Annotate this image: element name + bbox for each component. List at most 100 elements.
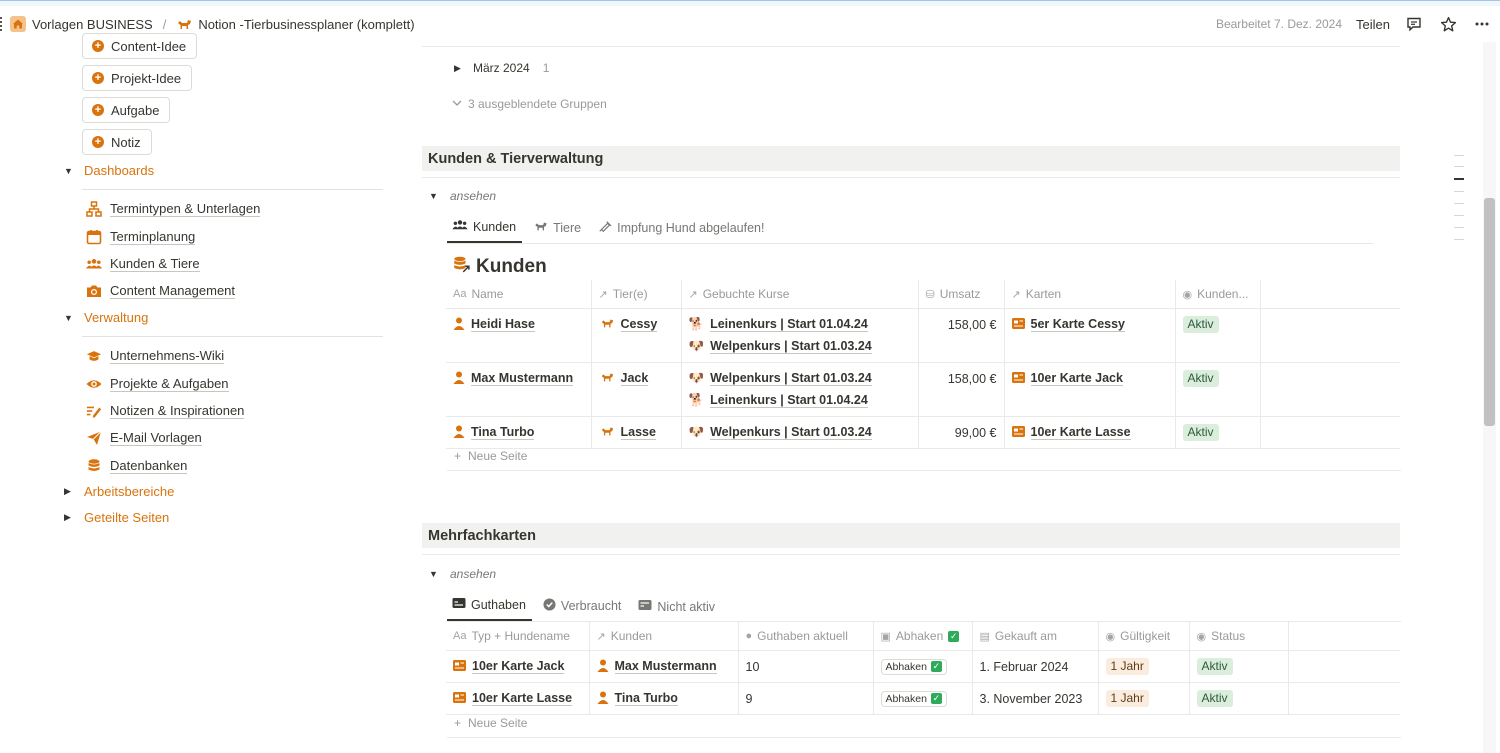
toggle-open-icon[interactable]: ▼ xyxy=(64,313,74,323)
status-badge: Aktiv xyxy=(1182,370,1219,387)
toc-marker[interactable] xyxy=(1454,191,1464,192)
column-header-status[interactable]: ◉ Status xyxy=(1188,622,1288,651)
database-title[interactable]: Kunden xyxy=(452,255,547,279)
column-header-kunden[interactable]: ↗ Kunden xyxy=(588,622,738,651)
column-header-abhaken[interactable]: ▣ Abhaken ✓ xyxy=(872,622,972,651)
heading-text: Kunden & Tierverwaltung xyxy=(428,150,604,167)
column-header-typ[interactable]: Aa Typ + Hundename xyxy=(446,622,589,651)
tab-nicht-aktiv[interactable]: Nicht aktiv xyxy=(633,599,721,621)
add-project-idea-button[interactable]: + Projekt-Idee xyxy=(82,65,193,91)
column-header-kundenstatus[interactable]: ◉ Kunden... xyxy=(1174,280,1260,309)
section-geteilte-seiten[interactable]: ▶ Geteilte Seiten xyxy=(64,510,169,525)
card-name[interactable]: 10er Karte Lasse xyxy=(472,691,573,706)
course-link[interactable]: Welpenkurs | Start 01.03.24 xyxy=(710,371,872,386)
customer-link[interactable]: Tina Turbo xyxy=(614,691,678,706)
card-link[interactable]: 10er Karte Lasse xyxy=(1030,425,1131,440)
more-icon[interactable] xyxy=(1472,14,1492,34)
table-row[interactable]: Max Mustermann Jack 🐶 Welpenkurs | Start … xyxy=(446,362,1400,417)
toc-marker[interactable] xyxy=(1454,155,1464,156)
customer-link[interactable]: Max Mustermann xyxy=(614,659,717,674)
section-dashboards[interactable]: ▼ Dashboards xyxy=(64,163,154,178)
comment-icon[interactable] xyxy=(1404,14,1424,34)
nav-notizen[interactable]: Notizen & Inspirationen xyxy=(86,403,245,419)
nav-label: Projekte & Aufgaben xyxy=(110,376,229,392)
toggle-closed-icon[interactable]: ▶ xyxy=(454,63,464,74)
toggle-open-icon[interactable]: ▼ xyxy=(429,191,439,201)
nav-label: Notizen & Inspirationen xyxy=(110,403,245,419)
tab-verbraucht[interactable]: Verbraucht xyxy=(538,598,627,621)
toc-marker[interactable] xyxy=(1454,239,1464,240)
add-note-button[interactable]: + Notiz xyxy=(82,129,152,155)
nav-projekte[interactable]: Projekte & Aufgaben xyxy=(86,376,229,392)
eye-icon xyxy=(86,376,102,392)
add-content-idea-button[interactable]: + Content-Idee xyxy=(82,33,198,59)
new-page-button[interactable]: + Neue Seite xyxy=(454,716,527,730)
nav-termintypen[interactable]: Termintypen & Unterlagen xyxy=(86,201,261,217)
pet-link[interactable]: Jack xyxy=(620,371,649,386)
table-row[interactable]: 10er Karte Jack Max Mustermann 10 Abhake… xyxy=(446,650,1400,683)
star-icon[interactable] xyxy=(1438,14,1458,34)
customer-name[interactable]: Heidi Hase xyxy=(471,317,535,332)
tab-kunden[interactable]: Kunden xyxy=(447,219,523,243)
toc-marker[interactable] xyxy=(1454,215,1464,216)
table-row[interactable]: Tina Turbo Lasse 🐶 Welpenkurs | Start 01.… xyxy=(446,416,1400,449)
status-type-icon: ◉ xyxy=(1196,630,1207,643)
nav-terminplanung[interactable]: Terminplanung xyxy=(86,229,196,245)
course-link[interactable]: Welpenkurs | Start 01.03.24 xyxy=(710,339,872,354)
column-header-guthaben[interactable]: ● Guthaben aktuell xyxy=(737,622,873,651)
breadcrumb-page[interactable]: Notion -Tierbusinessplaner (komplett) xyxy=(198,17,414,32)
share-button[interactable]: Teilen xyxy=(1356,17,1390,32)
nav-kunden-tiere[interactable]: Kunden & Tiere xyxy=(86,256,200,272)
pet-link[interactable]: Cessy xyxy=(620,317,658,332)
hidden-groups-toggle[interactable]: 3 ausgeblendete Gruppen xyxy=(452,97,607,111)
nav-email-vorlagen[interactable]: E-Mail Vorlagen xyxy=(86,430,202,446)
customer-name[interactable]: Max Mustermann xyxy=(471,371,574,386)
section-verwaltung[interactable]: ▼ Verwaltung xyxy=(64,310,148,325)
toc-marker[interactable] xyxy=(1454,166,1464,167)
relation-arrow-icon: ↗ xyxy=(598,288,608,301)
toggle-ansehen[interactable]: ▼ ansehen xyxy=(429,567,496,581)
toggle-open-icon[interactable]: ▼ xyxy=(64,166,74,176)
card-link[interactable]: 5er Karte Cessy xyxy=(1030,317,1126,332)
column-header-kurse[interactable]: ↗ Gebuchte Kurse xyxy=(680,280,918,309)
breadcrumb-workspace[interactable]: Vorlagen BUSINESS xyxy=(32,17,153,32)
abhaken-button[interactable]: Abhaken ✓ xyxy=(880,658,947,675)
toggle-ansehen[interactable]: ▼ ansehen xyxy=(429,189,496,203)
section-arbeitsbereiche[interactable]: ▶ Arbeitsbereiche xyxy=(64,484,174,499)
scrollbar-thumb[interactable] xyxy=(1484,198,1495,426)
column-header-gueltigkeit[interactable]: ◉ Gültigkeit xyxy=(1097,622,1189,651)
tab-guthaben[interactable]: Guthaben xyxy=(447,597,532,621)
toggle-closed-icon[interactable]: ▶ xyxy=(64,512,74,523)
tab-tiere[interactable]: Tiere xyxy=(528,219,587,243)
column-header-name[interactable]: Aa Name xyxy=(446,280,591,309)
course-link[interactable]: Leinenkurs | Start 01.04.24 xyxy=(710,393,868,408)
nav-wiki[interactable]: Unternehmens-Wiki xyxy=(86,348,225,364)
table-row[interactable]: 10er Karte Lasse Tina Turbo 9 Abhaken ✓ 3… xyxy=(446,682,1400,715)
column-header-tiere[interactable]: ↗ Tier(e) xyxy=(590,280,681,309)
add-task-button[interactable]: + Aufgabe xyxy=(82,97,171,123)
card-link[interactable]: 10er Karte Jack xyxy=(1030,371,1123,386)
abhaken-button[interactable]: Abhaken ✓ xyxy=(880,690,947,707)
nav-label: Unternehmens-Wiki xyxy=(110,348,225,364)
column-header-gekauft[interactable]: ▤ Gekauft am xyxy=(971,622,1098,651)
nav-datenbanken[interactable]: Datenbanken xyxy=(86,458,188,474)
toc-marker[interactable] xyxy=(1454,227,1464,228)
new-page-button[interactable]: + Neue Seite xyxy=(454,449,527,463)
toc-marker[interactable] xyxy=(1454,203,1464,204)
toc-marker-current[interactable] xyxy=(1454,178,1464,180)
card-name[interactable]: 10er Karte Jack xyxy=(472,659,565,674)
ticket-icon xyxy=(1011,371,1025,386)
column-header-umsatz[interactable]: ⛁ Umsatz xyxy=(917,280,1004,309)
nav-content-management[interactable]: Content Management xyxy=(86,283,236,299)
toggle-open-icon[interactable]: ▼ xyxy=(429,569,439,579)
toggle-closed-icon[interactable]: ▶ xyxy=(64,486,74,497)
course-link[interactable]: Welpenkurs | Start 01.03.24 xyxy=(710,425,872,440)
course-link[interactable]: Leinenkurs | Start 01.04.24 xyxy=(710,317,868,332)
sidebar-edge-handle[interactable] xyxy=(0,17,6,31)
column-header-karten[interactable]: ↗ Karten xyxy=(1003,280,1175,309)
pet-link[interactable]: Lasse xyxy=(620,425,656,440)
table-row[interactable]: Heidi Hase Cessy 🐕 Leinenkurs | Start 01.… xyxy=(446,308,1400,363)
group-maerz-2024[interactable]: ▶ März 2024 1 xyxy=(454,61,549,75)
tab-impfung[interactable]: Impfung Hund abgelaufen! xyxy=(593,219,770,243)
customer-name[interactable]: Tina Turbo xyxy=(471,425,535,440)
